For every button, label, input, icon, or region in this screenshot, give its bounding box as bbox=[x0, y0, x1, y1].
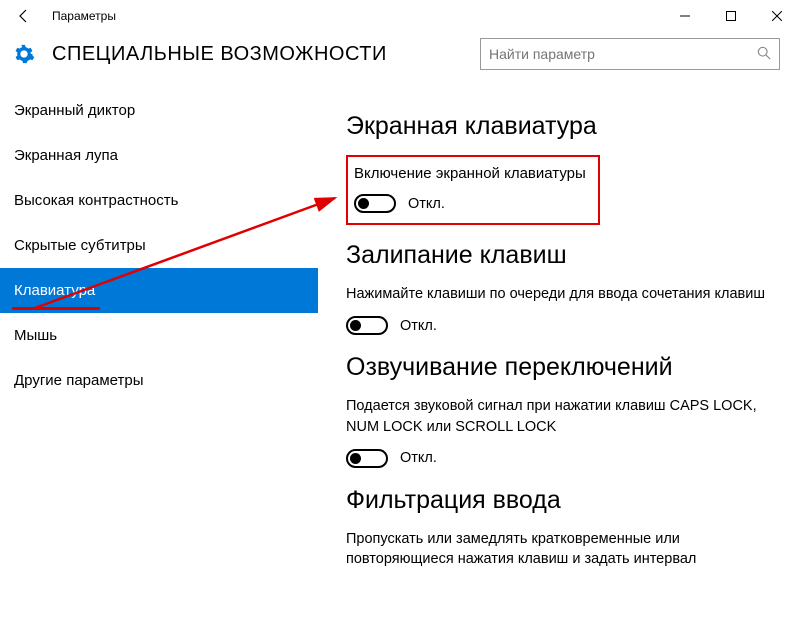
toggle-knob bbox=[350, 320, 361, 331]
maximize-button[interactable] bbox=[708, 0, 754, 32]
toggle-keys-desc: Подается звуковой сигнал при нажатии кла… bbox=[346, 396, 772, 437]
toggle-knob bbox=[350, 453, 361, 464]
sticky-keys-toggle-state: Откл. bbox=[400, 318, 437, 334]
minimize-button[interactable] bbox=[662, 0, 708, 32]
search-icon bbox=[757, 46, 771, 63]
search-box[interactable] bbox=[480, 38, 780, 70]
window-title: Параметры bbox=[52, 9, 116, 23]
sticky-keys-toggle[interactable] bbox=[346, 316, 388, 335]
sidebar-item-mouse[interactable]: Мышь bbox=[0, 313, 318, 358]
annotation-underline bbox=[12, 307, 100, 310]
onscreen-keyboard-toggle[interactable] bbox=[354, 194, 396, 213]
onscreen-keyboard-toggle-state: Откл. bbox=[408, 196, 445, 212]
section-heading-onscreen-keyboard: Экранная клавиатура bbox=[346, 112, 772, 141]
section-heading-toggle-keys: Озвучивание переключений bbox=[346, 353, 772, 382]
sidebar-item-closed-captions[interactable]: Скрытые субтитры bbox=[0, 223, 318, 268]
section-heading-sticky-keys: Залипание клавиш bbox=[346, 241, 772, 270]
content-panel: Экранная клавиатура Включение экранной к… bbox=[318, 88, 800, 632]
section-heading-filter-keys: Фильтрация ввода bbox=[346, 486, 772, 515]
toggle-knob bbox=[358, 198, 369, 209]
close-button[interactable] bbox=[754, 0, 800, 32]
sidebar-item-narrator[interactable]: Экранный диктор bbox=[0, 88, 318, 133]
search-input[interactable] bbox=[489, 46, 757, 62]
sidebar-item-magnifier[interactable]: Экранная лупа bbox=[0, 133, 318, 178]
toggle-keys-toggle-state: Откл. bbox=[400, 450, 437, 466]
annotation-highlight-box: Включение экранной клавиатуры Откл. bbox=[346, 155, 600, 225]
gear-icon bbox=[12, 42, 36, 66]
back-button[interactable] bbox=[8, 0, 40, 32]
onscreen-keyboard-sub: Включение экранной клавиатуры bbox=[354, 165, 586, 182]
sidebar-item-high-contrast[interactable]: Высокая контрастность bbox=[0, 178, 318, 223]
sticky-keys-desc: Нажимайте клавиши по очереди для ввода с… bbox=[346, 284, 772, 304]
page-title: Специальные возможности bbox=[52, 43, 387, 66]
sidebar: Экранный диктор Экранная лупа Высокая ко… bbox=[0, 88, 318, 632]
filter-keys-desc: Пропускать или замедлять кратковременные… bbox=[346, 529, 772, 570]
sidebar-item-other[interactable]: Другие параметры bbox=[0, 358, 318, 403]
toggle-keys-toggle[interactable] bbox=[346, 449, 388, 468]
